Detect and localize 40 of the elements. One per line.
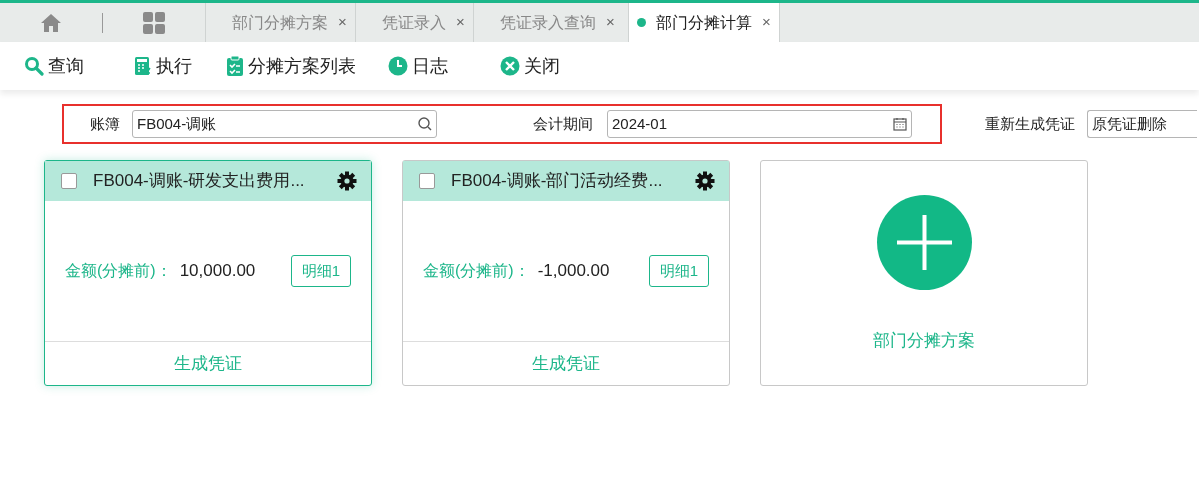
period-field[interactable]: 2024-01	[607, 110, 912, 138]
card-title: FB004-调账-研发支出费用...	[93, 170, 306, 193]
checkbox[interactable]	[61, 173, 77, 189]
amount-label: 金额(分摊前)：	[423, 261, 530, 281]
tab[interactable]: 部门分摊计算 ×	[628, 3, 780, 42]
amount-value: 10,000.00	[179, 260, 256, 283]
settings-icon[interactable]	[695, 171, 715, 191]
ledger-field[interactable]: FB004-调账	[132, 110, 437, 138]
toolbar-button[interactable]: 关闭	[500, 52, 560, 80]
toolbar-button[interactable]: 分摊方案列表	[226, 52, 356, 80]
toolbar-button[interactable]: 日志	[388, 52, 448, 80]
grid-icon[interactable]	[143, 11, 165, 34]
close-icon[interactable]: ×	[762, 11, 771, 34]
ledger-label: 账簿	[90, 113, 120, 134]
search-icon	[24, 56, 44, 76]
regenerate-label: 重新生成凭证	[985, 113, 1075, 134]
close-icon[interactable]: ×	[606, 11, 615, 34]
card-title: FB004-调账-部门活动经费...	[451, 170, 664, 193]
amount-value: -1,000.00	[537, 260, 610, 283]
checkbox[interactable]	[419, 173, 435, 189]
plan-card[interactable]: FB004-调账-研发支出费用... 金额(分摊前)： 10,000.00 明细1 生成凭证	[44, 160, 372, 386]
toolbar-button[interactable]: 查询	[24, 52, 84, 80]
clock-icon	[388, 56, 408, 76]
search-icon	[418, 117, 432, 131]
regenerate-select[interactable]: 原凭证删除	[1087, 110, 1197, 138]
calendar-icon	[893, 117, 907, 131]
settings-icon[interactable]	[337, 171, 357, 191]
home-icon[interactable]	[40, 12, 62, 33]
active-dot	[637, 18, 646, 27]
plan-card[interactable]: FB004-调账-部门活动经费... 金额(分摊前)： -1,000.00 明细1 生成凭证	[402, 160, 730, 386]
clipboard-icon	[226, 55, 244, 77]
add-plan-label: 部门分摊方案	[873, 330, 975, 352]
amount-label: 金额(分摊前)：	[65, 261, 172, 281]
calculator-icon	[134, 56, 152, 76]
close-icon[interactable]: ×	[456, 11, 465, 34]
close-icon	[500, 56, 520, 76]
close-icon[interactable]: ×	[338, 11, 347, 34]
toolbar-button[interactable]: 执行	[134, 52, 192, 80]
plus-icon	[876, 195, 972, 290]
period-label: 会计期间	[533, 113, 593, 134]
